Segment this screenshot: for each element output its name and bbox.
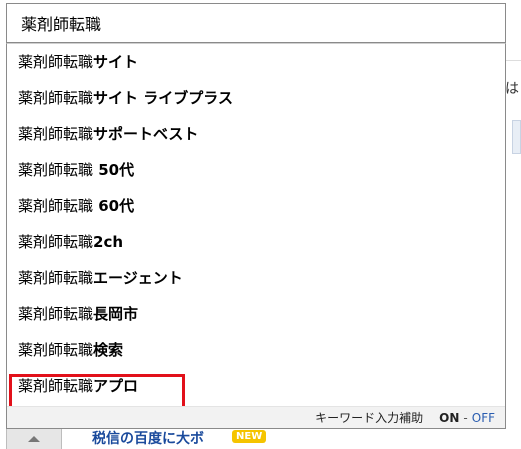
- keyword-assist-footer: キーワード入力補助 ON - OFF: [7, 406, 505, 428]
- suggestion-dropdown: 薬剤師転職サイト 薬剤師転職サイト ライブプラス 薬剤師転職サポートベスト 薬剤…: [6, 43, 506, 429]
- assist-off-link[interactable]: OFF: [472, 411, 495, 425]
- suggestion-item[interactable]: 薬剤師転職サイト ライブプラス: [7, 80, 505, 116]
- search-input[interactable]: [19, 12, 505, 34]
- new-badge: NEW: [232, 430, 267, 443]
- assist-separator: -: [463, 410, 468, 425]
- scroll-up-button[interactable]: [6, 428, 62, 449]
- background-text-fragment: は: [505, 81, 519, 97]
- search-box[interactable]: [6, 3, 506, 43]
- caret-up-icon: [28, 436, 40, 442]
- suggestion-item[interactable]: 薬剤師転職検索: [7, 332, 505, 368]
- assist-on-state: ON: [439, 410, 460, 425]
- suggestion-item[interactable]: 薬剤師転職サイト: [7, 44, 505, 80]
- background-divider: [505, 60, 521, 61]
- suggestion-item[interactable]: 薬剤師転職長岡市: [7, 296, 505, 332]
- background-tab-edge: [512, 120, 521, 154]
- keyword-assist-label: キーワード入力補助: [315, 411, 424, 425]
- suggestion-item[interactable]: 薬剤師転職エージェント: [7, 260, 505, 296]
- suggestion-item[interactable]: 薬剤師転職サポートベスト: [7, 116, 505, 152]
- suggestion-item[interactable]: 薬剤師転職 60代: [7, 188, 505, 224]
- suggestion-item[interactable]: 薬剤師転職 50代: [7, 152, 505, 188]
- background-link-fragment[interactable]: 税信の百度に大ボ: [92, 428, 204, 448]
- suggestion-item-highlighted[interactable]: 薬剤師転職アプロ: [7, 368, 505, 404]
- suggestion-item[interactable]: 薬剤師転職2ch: [7, 224, 505, 260]
- suggestion-list: 薬剤師転職サイト 薬剤師転職サイト ライブプラス 薬剤師転職サポートベスト 薬剤…: [7, 44, 505, 404]
